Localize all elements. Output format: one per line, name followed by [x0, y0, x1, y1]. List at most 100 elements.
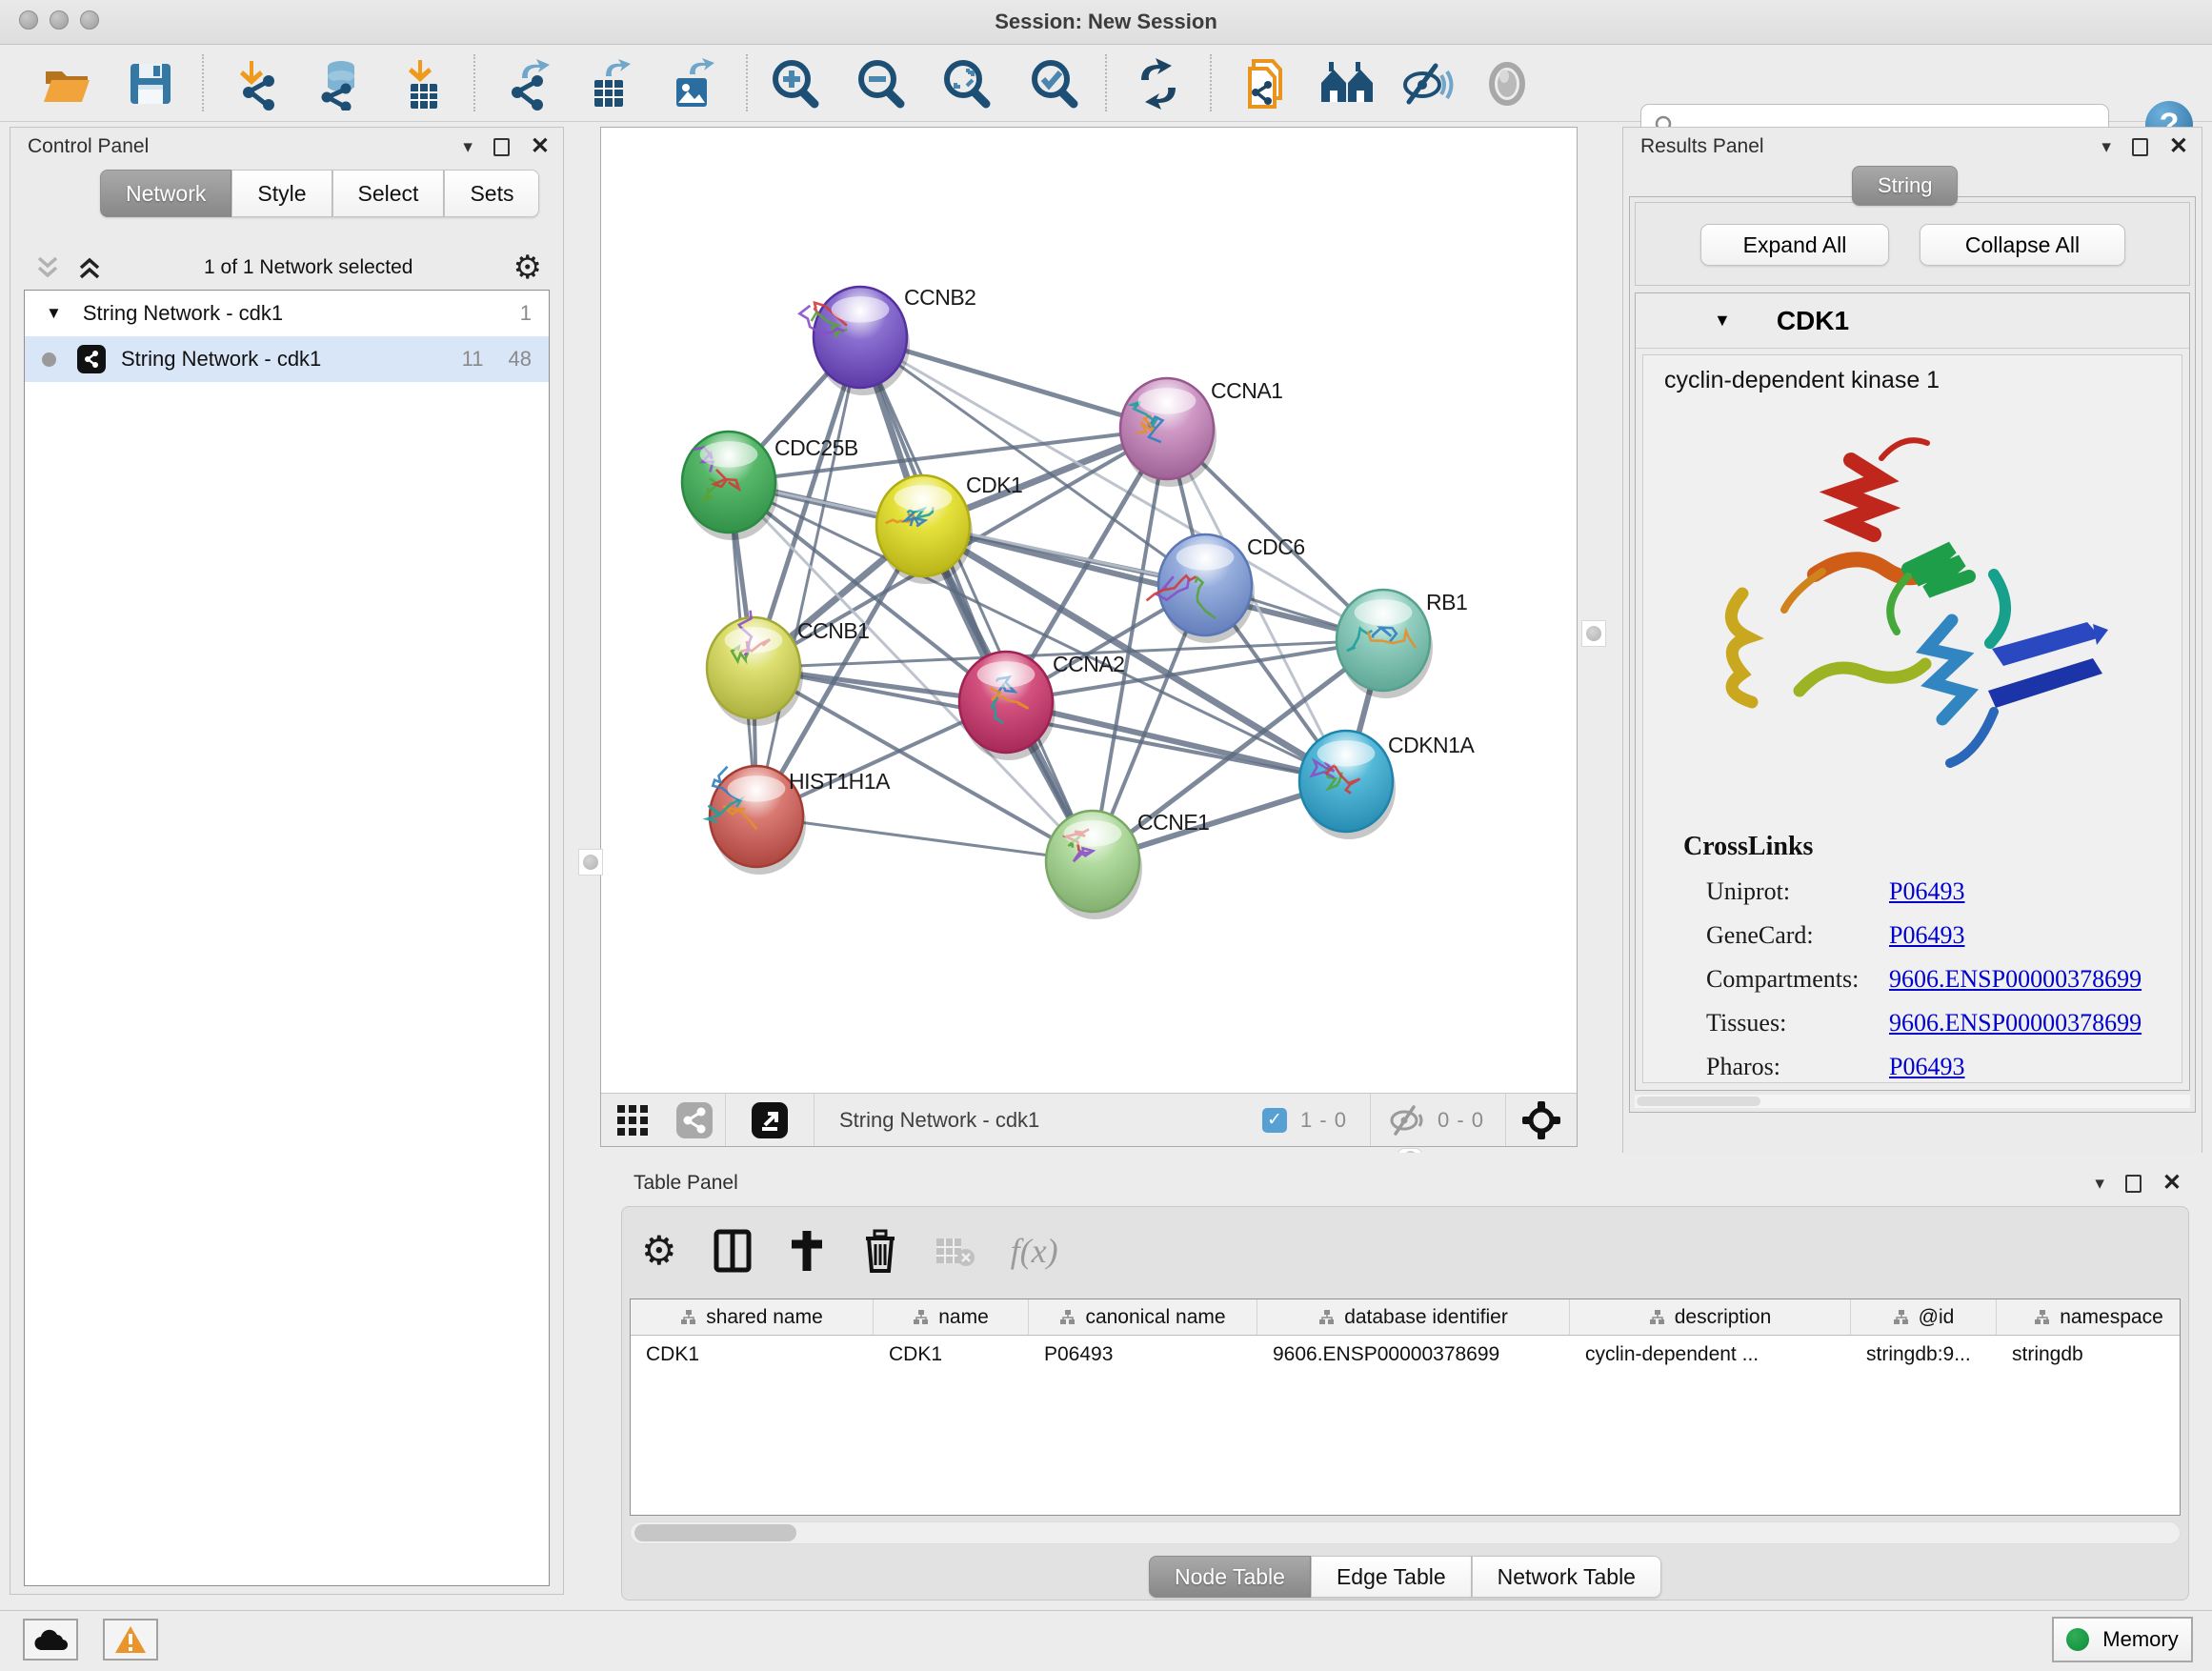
column-header-namespace[interactable]: namespace — [1997, 1299, 2181, 1336]
expand-all-button[interactable]: Expand All — [1700, 224, 1889, 266]
show-glass-effect-button[interactable] — [1478, 56, 1536, 111]
zoom-fit-button[interactable] — [939, 56, 996, 111]
panel-collapse-icon[interactable]: ▾ — [463, 136, 473, 158]
results-scrollbar[interactable] — [1635, 1095, 2190, 1108]
network-row[interactable]: String Network - cdk1 11 48 — [25, 336, 549, 382]
entry-expander-icon[interactable]: ▼ — [1714, 311, 1731, 331]
node-rb1[interactable] — [1337, 590, 1433, 698]
network-view[interactable]: CCNB2CCNA1CDC25BCDK1CDC6RB1CCNB1CCNA2CDK… — [600, 127, 1578, 1147]
crosslink-link[interactable]: P06493 — [1889, 877, 1964, 906]
node-ccnb2[interactable] — [799, 287, 910, 395]
table-cell[interactable]: stringdb — [1997, 1336, 2181, 1374]
collapse-all-icon[interactable] — [33, 254, 62, 281]
tab-select[interactable]: Select — [332, 170, 445, 217]
column-header-database-identifier[interactable]: database identifier — [1257, 1299, 1570, 1336]
warnings-button[interactable] — [103, 1619, 158, 1661]
string-home-button[interactable] — [1318, 56, 1376, 111]
panel-close-icon[interactable]: ✕ — [531, 135, 550, 158]
panel-float-icon[interactable] — [2125, 1175, 2142, 1193]
import-network-button[interactable] — [229, 56, 286, 111]
panel-close-icon[interactable]: ✕ — [2169, 135, 2188, 158]
node-ccna2[interactable] — [959, 652, 1056, 760]
show-columns-icon[interactable] — [714, 1229, 752, 1273]
table-cell[interactable]: 9606.ENSP00000378699 — [1257, 1336, 1570, 1374]
cloud-status-button[interactable] — [23, 1619, 78, 1661]
refresh-icon — [1132, 57, 1185, 111]
column-header--id[interactable]: @id — [1851, 1299, 1997, 1336]
show-grid-button[interactable] — [601, 1094, 664, 1146]
function-builder-button[interactable]: f(x) — [1011, 1231, 1058, 1271]
tab-edge-table[interactable]: Edge Table — [1311, 1556, 1472, 1598]
table-cell[interactable]: CDK1 — [874, 1336, 1029, 1374]
table-cell[interactable]: stringdb:9... — [1851, 1336, 1997, 1374]
window-titlebar: Session: New Session — [0, 0, 2212, 45]
table-horizontal-scrollbar[interactable] — [630, 1521, 2181, 1544]
control-panel: Control Panel ▾ ✕ NetworkStyleSelectSets… — [10, 127, 564, 1595]
node-cdc6[interactable] — [1147, 534, 1255, 643]
table-cell[interactable]: CDK1 — [631, 1336, 874, 1374]
node-ccnb1[interactable] — [707, 611, 803, 726]
detach-view-button[interactable] — [726, 1094, 814, 1146]
hide-glass-effect-button[interactable] — [1398, 56, 1456, 111]
node-cdkn1a[interactable] — [1299, 731, 1396, 839]
tab-style[interactable]: Style — [231, 170, 332, 217]
export-table-button[interactable] — [581, 56, 638, 111]
edge-hist1h1a-ccne1[interactable] — [756, 816, 1093, 861]
export-network-button[interactable] — [501, 56, 558, 111]
zoom-in-button[interactable] — [768, 56, 825, 111]
table-cell[interactable]: cyclin-dependent ... — [1570, 1336, 1851, 1374]
open-session-button[interactable] — [38, 56, 95, 111]
tab-string[interactable]: String — [1852, 166, 1958, 206]
crosslink-link[interactable]: P06493 — [1889, 1053, 1964, 1081]
panel-close-icon[interactable]: ✕ — [2162, 1172, 2182, 1195]
panel-collapse-icon[interactable]: ▾ — [2101, 136, 2111, 158]
network-graph[interactable]: CCNB2CCNA1CDC25BCDK1CDC6RB1CCNB1CCNA2CDK… — [601, 128, 1577, 1094]
right-splitter-handle[interactable] — [1581, 620, 1606, 647]
node-ccne1[interactable] — [1046, 811, 1142, 919]
node-ccna1[interactable] — [1120, 378, 1217, 487]
apply-layout-button[interactable] — [1130, 56, 1187, 111]
table-settings-gear-icon[interactable]: ⚙ — [641, 1231, 677, 1271]
import-network-from-database-button[interactable] — [311, 56, 368, 111]
column-header-shared-name[interactable]: shared name — [631, 1299, 874, 1336]
network-overview-button[interactable] — [664, 1094, 725, 1146]
tree-expander-icon[interactable]: ▼ — [46, 304, 62, 323]
memory-label: Memory — [2102, 1627, 2178, 1652]
add-column-icon[interactable] — [788, 1229, 826, 1273]
selected-items-checkbox[interactable]: ✓ — [1262, 1108, 1287, 1133]
save-session-button[interactable] — [122, 56, 179, 111]
tab-sets[interactable]: Sets — [444, 170, 539, 217]
tab-node-table[interactable]: Node Table — [1149, 1556, 1311, 1598]
birds-eye-view-button[interactable] — [1506, 1094, 1577, 1146]
edge-ccnb2-ccne1[interactable] — [860, 337, 1093, 861]
collapse-all-button[interactable]: Collapse All — [1920, 224, 2125, 266]
network-collection-row[interactable]: ▼ String Network - cdk1 1 — [25, 291, 549, 336]
edge-ccna2-cdkn1a[interactable] — [1006, 702, 1346, 781]
gear-icon[interactable]: ⚙ — [513, 252, 542, 284]
zoom-out-button[interactable] — [854, 56, 911, 111]
column-header-name[interactable]: name — [874, 1299, 1029, 1336]
crosslink-link[interactable]: 9606.ENSP00000378699 — [1889, 1009, 2142, 1037]
tab-network-table[interactable]: Network Table — [1472, 1556, 1661, 1598]
panel-float-icon[interactable] — [2132, 138, 2148, 156]
node-cdc25b[interactable] — [682, 432, 778, 540]
panel-collapse-icon[interactable]: ▾ — [2095, 1173, 2104, 1195]
copy-network-button[interactable] — [1238, 56, 1296, 111]
column-header-description[interactable]: description — [1570, 1299, 1851, 1336]
import-table-button[interactable] — [395, 56, 452, 111]
export-image-button[interactable] — [663, 56, 720, 111]
column-header-canonical-name[interactable]: canonical name — [1029, 1299, 1257, 1336]
memory-button[interactable]: Memory — [2052, 1617, 2193, 1662]
panel-float-icon[interactable] — [493, 138, 510, 156]
expand-all-icon[interactable] — [75, 254, 104, 281]
crosslink-link[interactable]: 9606.ENSP00000378699 — [1889, 965, 2142, 994]
table-cell[interactable]: P06493 — [1029, 1336, 1257, 1374]
left-splitter-handle[interactable] — [578, 849, 603, 876]
edge-ccnb2-hist1h1a[interactable] — [756, 337, 860, 816]
crosslink-link[interactable]: P06493 — [1889, 921, 1964, 950]
edge-cdk1-rb1[interactable] — [923, 526, 1383, 640]
tab-network[interactable]: Network — [100, 170, 231, 217]
delete-column-icon[interactable] — [862, 1229, 898, 1273]
node-cdk1[interactable] — [876, 475, 973, 584]
zoom-selected-button[interactable] — [1027, 56, 1084, 111]
